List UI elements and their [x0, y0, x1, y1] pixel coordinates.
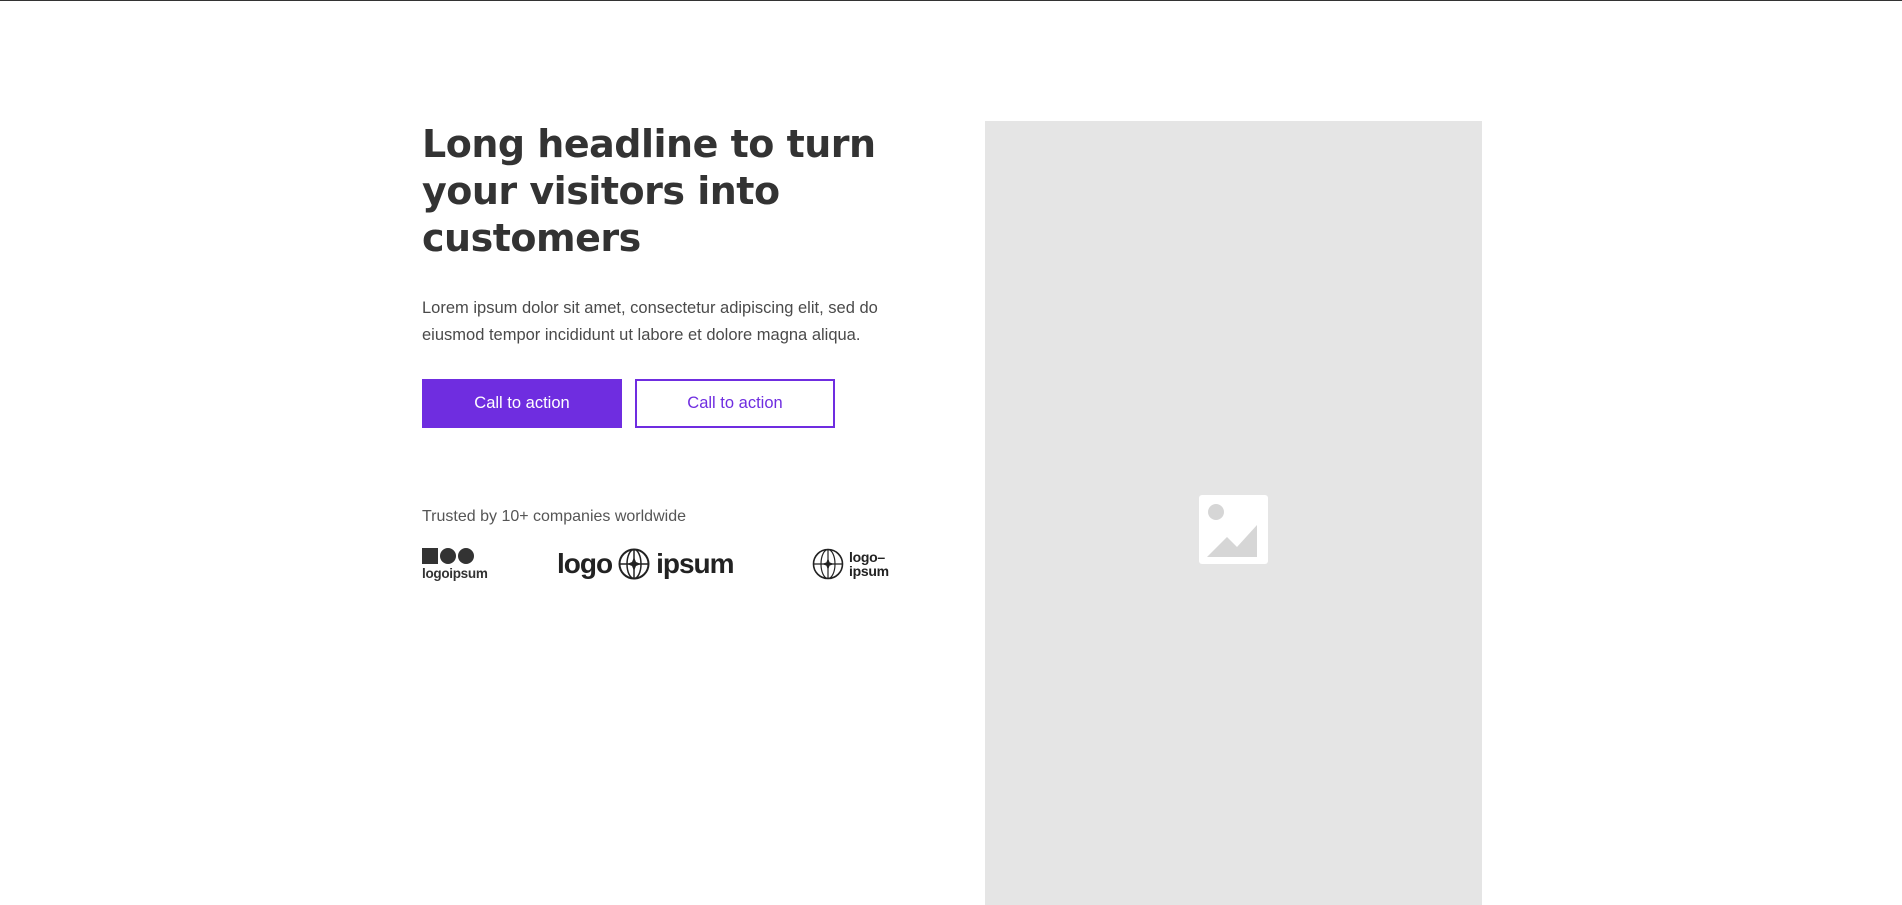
trusted-by-text: Trusted by 10+ companies worldwide	[422, 508, 686, 525]
logo-2-left-word: logo	[557, 548, 613, 579]
globe-icon	[812, 548, 844, 580]
image-placeholder-icon	[1199, 495, 1268, 564]
top-border	[0, 0, 1902, 1]
logo-3-line-1: logo–	[849, 549, 885, 565]
client-logo-1: logoipsum	[422, 548, 488, 581]
secondary-cta-button[interactable]: Call to action	[635, 379, 835, 428]
primary-cta-button[interactable]: Call to action	[422, 379, 622, 428]
hero-content: Long headline to turn your visitors into…	[422, 121, 932, 588]
logo-2-right-word: ipsum	[656, 548, 734, 579]
globe-icon	[618, 548, 650, 580]
logo-shapes-icon	[422, 548, 488, 564]
hero-headline: Long headline to turn your visitors into…	[422, 122, 876, 260]
client-logos: logoipsum logo ipsum logo– ipsum	[422, 548, 932, 588]
hero-section: Long headline to turn your visitors into…	[422, 121, 1482, 905]
logo-1-wordmark: logoipsum	[422, 566, 488, 581]
logo-3-line-2: ipsum	[849, 563, 889, 579]
client-logo-2: logo ipsum	[557, 548, 735, 580]
hero-description: Lorem ipsum dolor sit amet, consectetur …	[422, 299, 878, 344]
client-logo-3: logo– ipsum	[812, 548, 889, 580]
hero-image-placeholder	[985, 121, 1482, 905]
logo-3-wordmark: logo– ipsum	[849, 550, 889, 578]
cta-group: Call to action Call to action	[422, 379, 932, 428]
